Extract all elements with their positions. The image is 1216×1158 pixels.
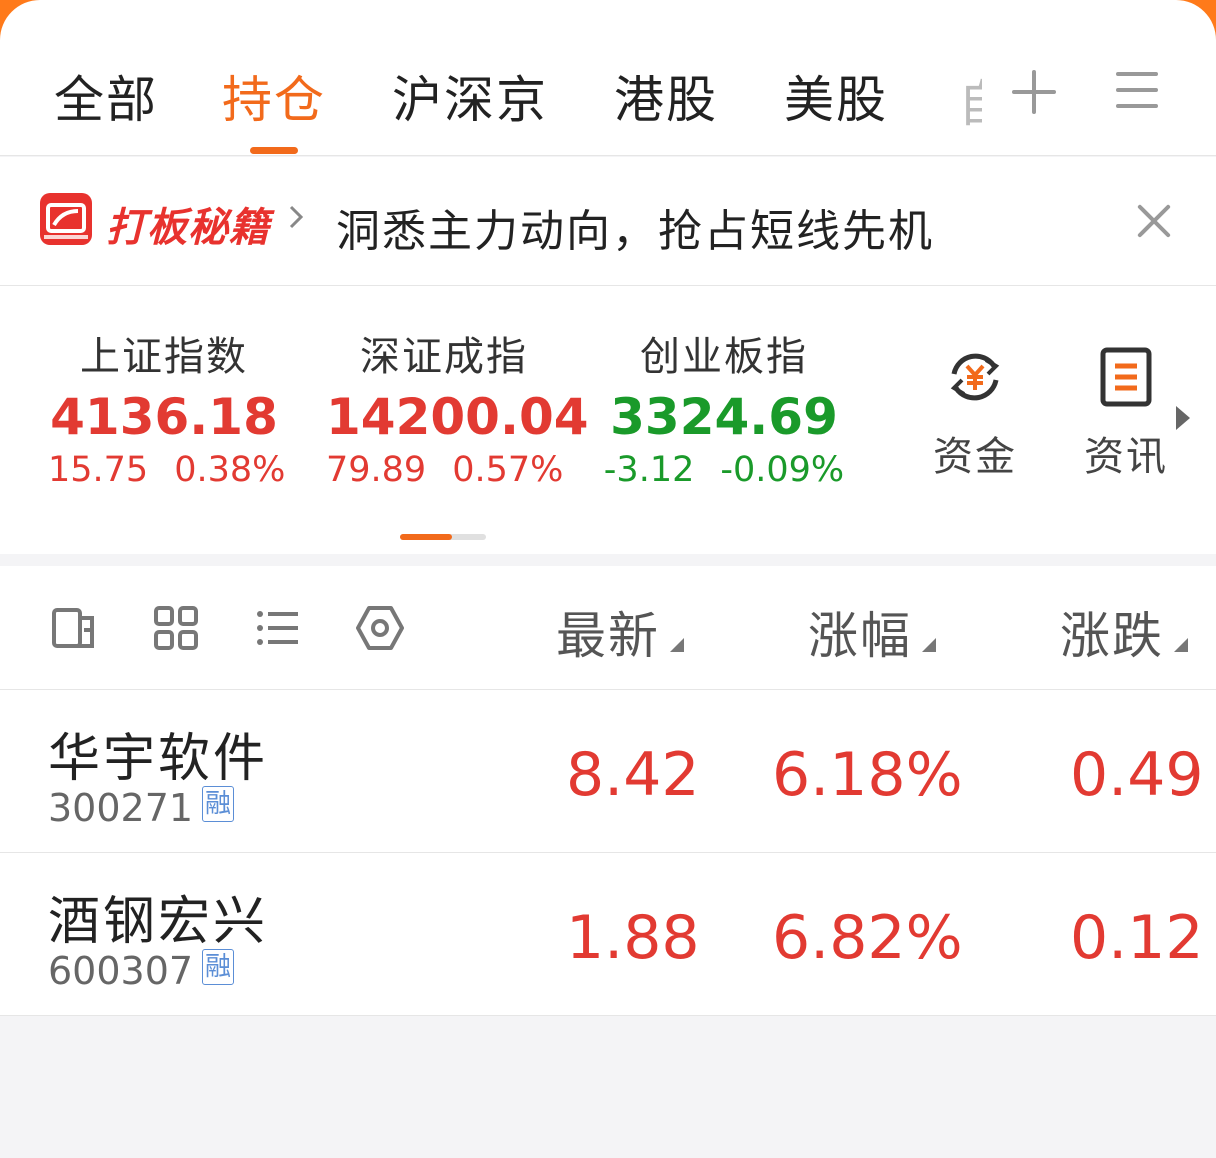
tab-hs-jing[interactable]: 沪深京 (392, 60, 548, 132)
sort-icon (922, 638, 936, 652)
sort-icon (670, 638, 684, 652)
list-view-icon[interactable] (254, 604, 302, 652)
banner-brand: 打板秘籍 (106, 205, 270, 251)
index-change-pct: 0.38% (174, 450, 286, 490)
funds-label: 资金 (933, 434, 1017, 480)
chevron-right-icon (289, 205, 304, 229)
tab-us-stocks[interactable]: 美股 (784, 60, 888, 132)
index-card-shenzhen[interactable]: 深证成指 14200.04 79.89 0.57% (326, 324, 589, 490)
page-indicator-active (400, 534, 452, 540)
index-change: 79.89 0.57% (326, 450, 564, 490)
news-button[interactable]: 资讯 (1076, 344, 1176, 482)
cell-change-pct: 6.82% (772, 903, 963, 973)
divider (0, 155, 1216, 156)
settings-hexagon-icon[interactable] (356, 604, 404, 652)
cell-change-pct: 6.18% (772, 740, 963, 810)
margin-badge: 融 (202, 949, 234, 985)
table-row[interactable]: 酒钢宏兴 600307 融 1.88 6.82% 0.12 (0, 853, 1216, 1015)
news-doc-icon (1100, 347, 1152, 407)
tab-custom-truncated[interactable]: 自 (958, 64, 982, 136)
holdings-list: 最新 涨幅 涨跌 华宇软件 300271 融 8.42 6.18% 0.49 酒… (0, 566, 1216, 1016)
margin-badge: 融 (202, 786, 234, 822)
column-latest[interactable]: 最新 (556, 596, 660, 668)
index-value: 3324.69 (610, 388, 838, 446)
index-change-points: 79.89 (326, 450, 427, 490)
cell-latest: 8.42 (566, 740, 700, 810)
stock-code: 300271 (48, 786, 194, 830)
index-change-points: -3.12 (603, 450, 695, 490)
market-indices: 上证指数 4136.18 15.75 0.38% 深证成指 14200.04 79… (0, 286, 1216, 554)
cell-change: 0.12 (1070, 903, 1204, 973)
cell-latest: 1.88 (566, 903, 700, 973)
index-change-pct: -0.09% (720, 450, 845, 490)
stock-name: 酒钢宏兴 (48, 892, 269, 952)
index-name: 创业板指 (640, 334, 808, 380)
news-label: 资讯 (1084, 434, 1168, 480)
page-indicator (400, 534, 486, 540)
switch-view-icon[interactable] (50, 604, 98, 652)
index-value: 4136.18 (50, 388, 278, 446)
index-change: -3.12 -0.09% (598, 450, 850, 490)
column-change[interactable]: 涨跌 (1060, 596, 1164, 668)
active-tab-indicator (250, 147, 298, 154)
table-row[interactable]: 华宇软件 300271 融 8.42 6.18% 0.49 (0, 690, 1216, 852)
grid-view-icon[interactable] (152, 604, 200, 652)
add-tab-icon[interactable] (1010, 68, 1058, 116)
scroll-right-icon[interactable] (1176, 406, 1190, 430)
list-header: 最新 涨幅 涨跌 (0, 566, 1216, 690)
stock-code: 600307 (48, 949, 194, 993)
menu-icon[interactable] (1116, 70, 1158, 110)
tab-bar: 全部 持仓 沪深京 港股 美股 自 (0, 0, 1216, 156)
index-value: 14200.04 (326, 388, 589, 446)
close-icon[interactable] (1136, 203, 1172, 239)
tab-all[interactable]: 全部 (54, 60, 158, 132)
index-change: 15.75 0.38% (48, 450, 285, 490)
divider (0, 1015, 1216, 1016)
index-name: 上证指数 (80, 334, 248, 380)
yuan-flow-icon (950, 353, 1000, 401)
banner-text: 洞悉主力动向，抢占短线先机 (336, 206, 934, 257)
tab-hk-stocks[interactable]: 港股 (614, 60, 718, 132)
brand-logo-icon (40, 193, 92, 245)
index-card-chinext[interactable]: 创业板指 3324.69 -3.12 -0.09% (598, 324, 850, 490)
funds-button[interactable]: 资金 (925, 344, 1025, 482)
tab-holdings[interactable]: 持仓 (222, 60, 326, 132)
sort-icon (1174, 638, 1188, 652)
cell-change: 0.49 (1070, 740, 1204, 810)
index-card-shanghai[interactable]: 上证指数 4136.18 15.75 0.38% (48, 324, 285, 490)
index-change-pct: 0.57% (452, 450, 564, 490)
stock-name: 华宇软件 (48, 729, 269, 789)
index-name: 深证成指 (360, 334, 528, 380)
index-change-points: 15.75 (48, 450, 149, 490)
column-change-pct[interactable]: 涨幅 (808, 596, 912, 668)
promo-banner[interactable]: 打板秘籍 洞悉主力动向，抢占短线先机 (0, 157, 1216, 285)
